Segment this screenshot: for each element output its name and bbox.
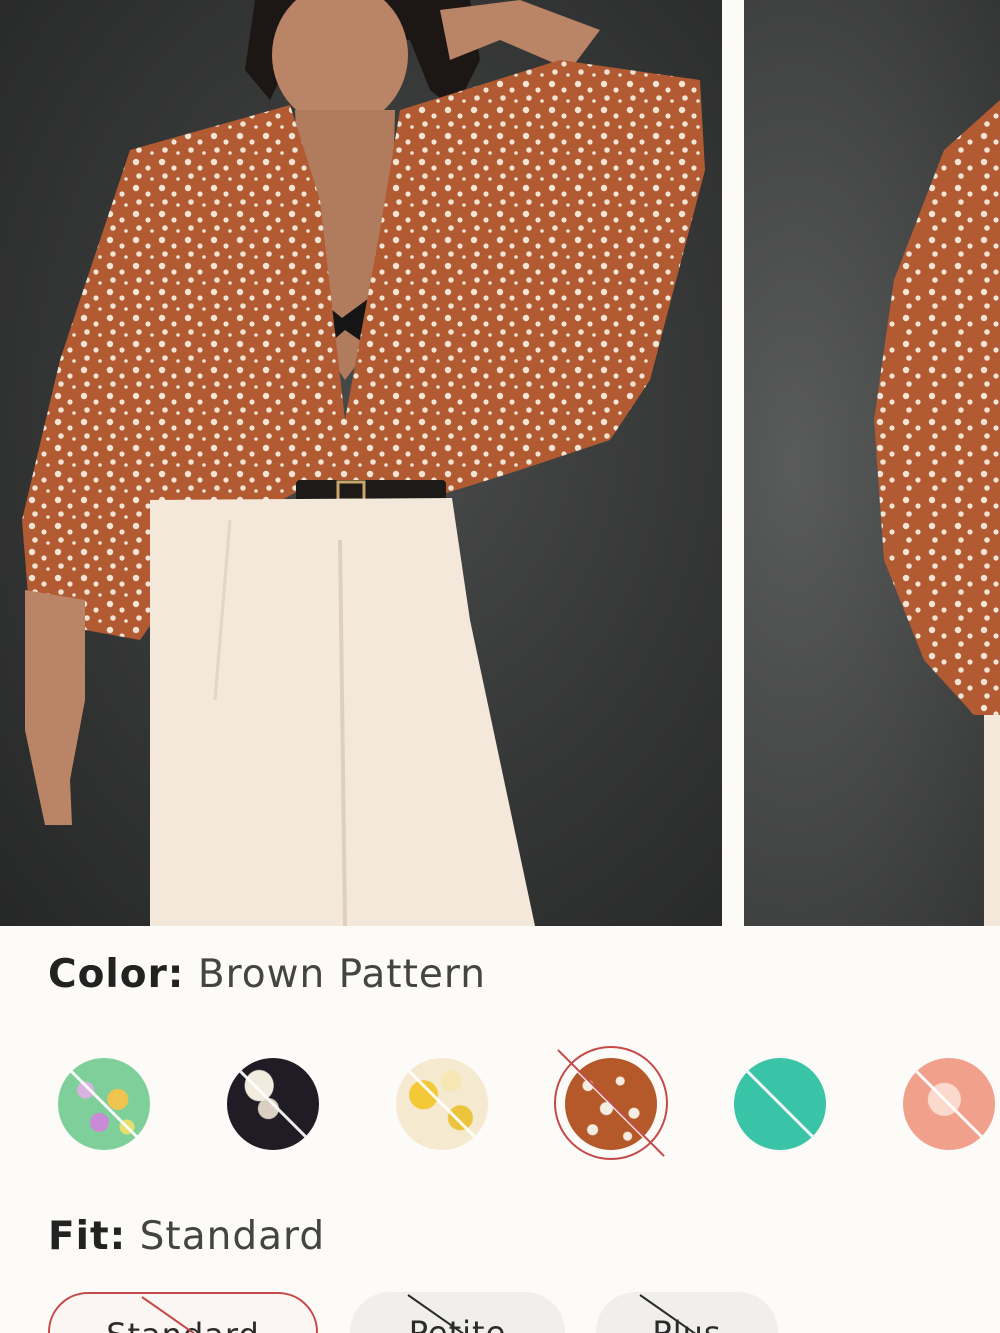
- product-page: Color: Brown Pattern Fit: Standard Stand…: [0, 0, 1000, 1333]
- unavailable-slash: [396, 1058, 488, 1150]
- unavailable-slash: [734, 1058, 826, 1150]
- fit-option-plus[interactable]: Plus: [596, 1292, 778, 1333]
- swatch-green-floral[interactable]: [58, 1058, 150, 1150]
- swatch-yellow-floral[interactable]: [396, 1058, 488, 1150]
- product-image-carousel[interactable]: [0, 0, 1000, 926]
- color-label-row: Color: Brown Pattern: [48, 952, 486, 997]
- fit-label-row: Fit: Standard: [48, 1214, 325, 1259]
- fit-label: Fit:: [48, 1214, 127, 1259]
- swatch-navy-pattern[interactable]: [227, 1058, 319, 1150]
- unavailable-slash: [227, 1058, 319, 1150]
- unavailable-slash-red: [557, 1049, 665, 1157]
- fit-value: Standard: [139, 1214, 326, 1259]
- color-label: Color:: [48, 952, 185, 997]
- product-image-main[interactable]: [0, 0, 722, 926]
- product-image-secondary[interactable]: [744, 0, 1000, 926]
- fit-option-petite[interactable]: Petite: [350, 1292, 565, 1333]
- color-value: Brown Pattern: [197, 952, 486, 997]
- unavailable-slash: [58, 1058, 150, 1150]
- selected-swatch-ring: [554, 1046, 668, 1160]
- unavailable-slash: [903, 1058, 995, 1150]
- swatch-peach-pattern[interactable]: [903, 1058, 995, 1150]
- fit-option-label: Plus: [652, 1314, 722, 1333]
- swatch-teal[interactable]: [734, 1058, 826, 1150]
- blouse-side-illustration: [874, 100, 1000, 926]
- model-illustration: [22, 0, 705, 926]
- fit-option-standard[interactable]: Standard: [48, 1292, 318, 1333]
